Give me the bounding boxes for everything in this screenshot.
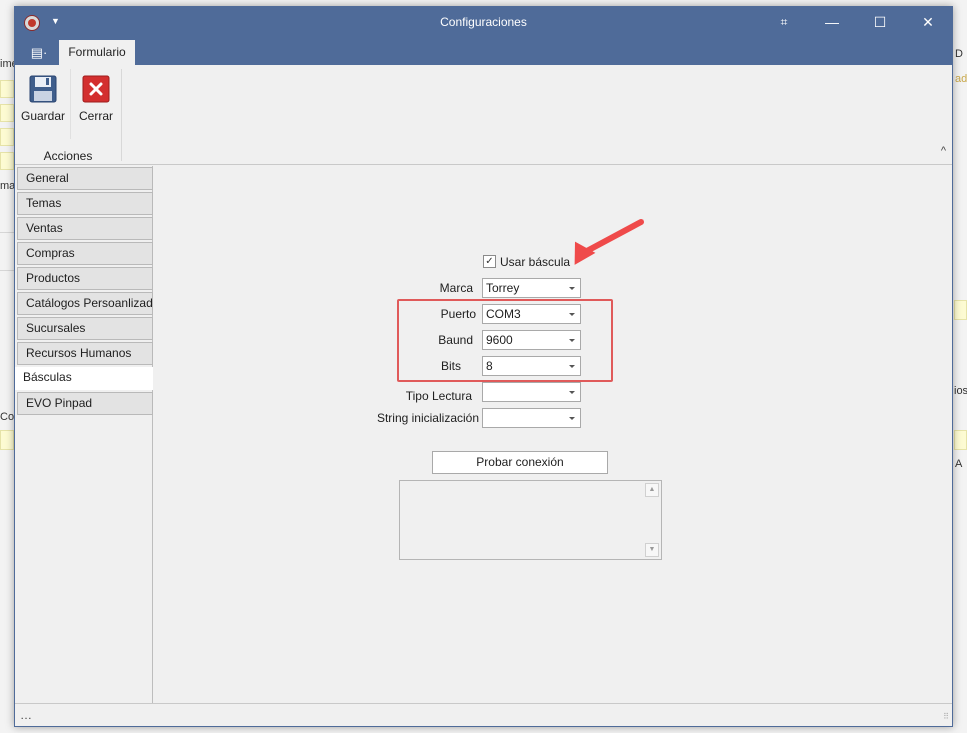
bg-divider [0,232,14,233]
ribbon-tab-strip: ▤· Formulario [15,38,952,65]
bg-fragment: ios [954,385,967,397]
chevron-down-icon[interactable] [569,391,575,394]
sidebar-item-compras[interactable]: Compras [17,242,153,265]
connection-log-textarea[interactable]: ▲ ▼ [399,480,662,560]
sidebar-item-sucursales[interactable]: Sucursales [17,317,153,340]
bg-fragment: ad [955,73,967,85]
use-scale-label: Usar báscula [500,255,571,269]
settings-sidebar: General Temas Ventas Compras Productos C… [15,166,165,703]
bg-highlight-row [0,104,14,122]
brand-select[interactable]: Torrey [482,278,581,298]
init-string-label: String inicialización [376,411,479,425]
maximize-button[interactable]: ☐ [857,7,903,38]
bg-fragment: ime [0,58,14,70]
basculas-panel: ✓ Usar báscula Marca Torrey Puerto COM3 … [153,166,952,703]
sidebar-item-basculas[interactable]: Básculas [15,367,153,390]
highlight-box [397,299,613,382]
ribbon-panel: Guardar Cerrar Acciones ^ [15,65,952,165]
sidebar-item-recursos-humanos[interactable]: Recursos Humanos [17,342,153,365]
chevron-down-icon[interactable] [569,287,575,290]
status-text: … [20,708,32,722]
brand-label: Marca [439,281,473,295]
bg-fragment: mac [0,180,14,192]
restore-icon[interactable]: ⌗ [761,7,807,38]
chevron-down-icon[interactable] [569,417,575,420]
bg-divider [0,270,14,271]
save-label: Guardar [20,109,66,123]
read-type-label: Tipo Lectura [405,389,472,403]
group-label-acciones: Acciones [43,149,93,163]
sidebar-item-catalogos[interactable]: Catálogos Persoanlizados [17,292,165,315]
resize-grip-icon[interactable]: ⠿ [943,712,949,721]
brand-value: Torrey [486,281,520,295]
settings-dialog: ▼ Configuraciones ⌗ — ☐ ✕ ▤· Formulario … [14,6,953,727]
bg-highlight-row [0,128,14,146]
bg-highlight-row [0,80,14,98]
file-menu-button[interactable]: ▤· [21,40,57,65]
bg-fragment: A [955,458,963,470]
close-label: Cerrar [78,109,113,123]
close-button[interactable]: Cerrar [71,75,121,127]
bg-fragment: D [955,48,963,60]
annotation-arrow-icon [574,219,644,265]
scroll-up-icon[interactable]: ▲ [645,483,659,497]
tab-formulario[interactable]: Formulario [59,40,135,65]
title-bar[interactable]: ▼ Configuraciones ⌗ — ☐ ✕ [15,7,952,38]
bg-highlight-row [0,152,14,170]
close-red-icon [82,75,110,103]
status-bar: … ⠿ [15,703,952,726]
bg-fragment: Cor [0,411,14,423]
sidebar-item-evo-pinpad[interactable]: EVO Pinpad [17,392,153,415]
floppy-disk-icon [29,75,57,103]
sidebar-item-productos[interactable]: Productos [17,267,153,290]
init-string-select[interactable] [482,408,581,428]
save-button[interactable]: Guardar [18,75,68,127]
use-scale-checkbox[interactable]: ✓ [483,255,496,268]
scroll-down-icon[interactable]: ▼ [645,543,659,557]
test-connection-button[interactable]: Probar conexión [432,451,608,474]
bg-highlight-row [954,300,967,320]
minimize-button[interactable]: — [809,7,855,38]
sidebar-item-general[interactable]: General [17,167,153,190]
close-window-button[interactable]: ✕ [905,7,951,38]
read-type-select[interactable] [482,382,581,402]
divider [121,69,122,161]
bg-highlight-row [0,430,14,450]
bg-highlight-row [954,430,967,450]
sidebar-item-ventas[interactable]: Ventas [17,217,153,240]
collapse-ribbon-icon[interactable]: ^ [941,145,946,157]
sidebar-item-temas[interactable]: Temas [17,192,153,215]
